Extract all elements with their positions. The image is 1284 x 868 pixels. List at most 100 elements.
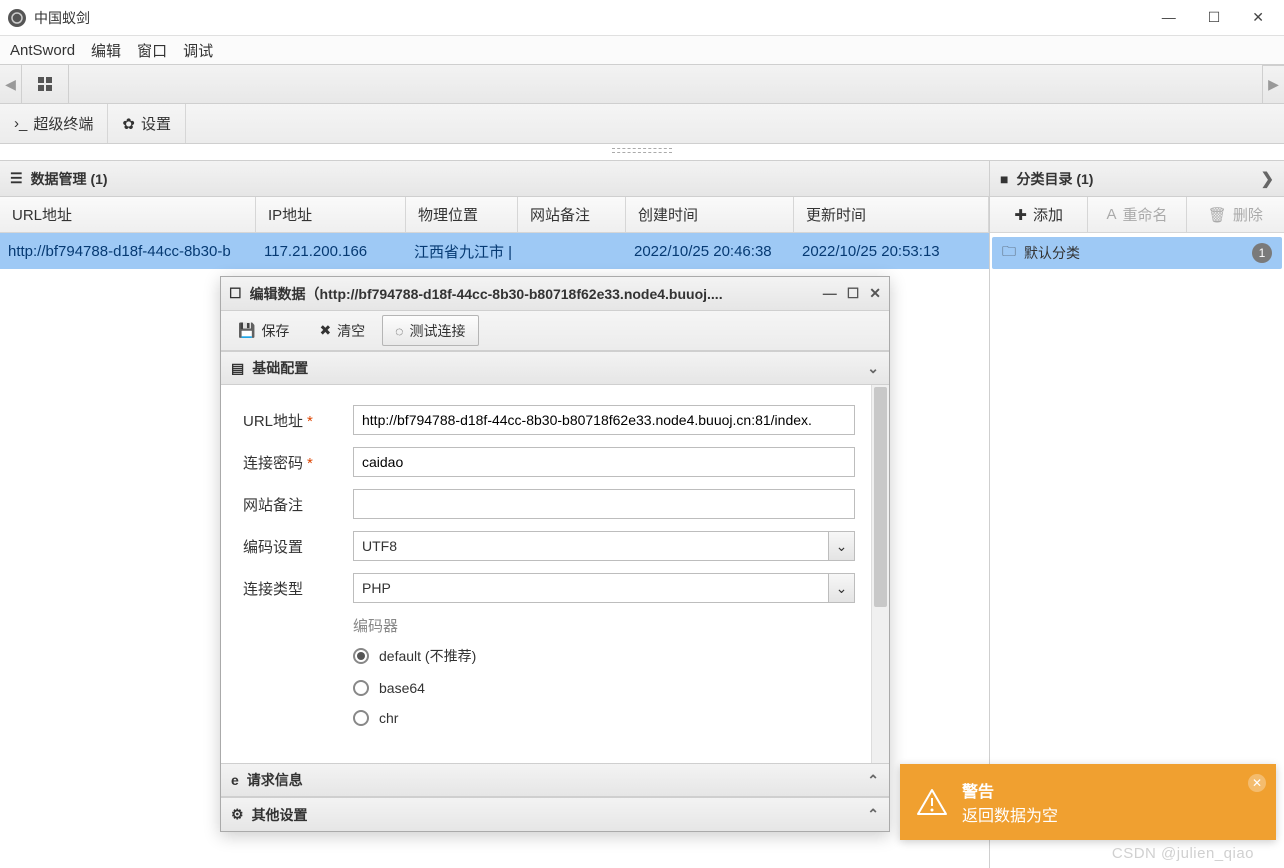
- section-basic-header[interactable]: ▤ 基础配置 ⌄: [221, 351, 889, 385]
- toast-close-button[interactable]: ✕: [1248, 774, 1266, 792]
- table-row[interactable]: http://bf794788-d18f-44cc-8b30-b 117.21.…: [0, 233, 989, 269]
- password-label: 连接密码*: [243, 452, 353, 473]
- add-category-button[interactable]: ✚ 添加: [990, 197, 1088, 232]
- delete-category-button[interactable]: 🗑 删除: [1187, 197, 1284, 232]
- list-icon: ☰: [10, 170, 23, 187]
- grid-icon: [38, 77, 52, 91]
- rename-label: 重命名: [1122, 204, 1167, 225]
- encoder-group-label: 编码器: [353, 615, 855, 636]
- tab-settings-label: 设置: [141, 113, 171, 134]
- th-ct[interactable]: 创建时间: [626, 197, 794, 232]
- menu-edit[interactable]: 编辑: [91, 40, 121, 61]
- dialog-maximize-button[interactable]: ☐: [847, 285, 860, 302]
- chevron-right-icon: ❯: [1261, 169, 1274, 189]
- category-label: 默认分类: [1024, 243, 1080, 263]
- menu-debug[interactable]: 调试: [183, 40, 213, 61]
- category-panel-header[interactable]: ■ 分类目录 (1) ❯: [990, 161, 1284, 197]
- close-button[interactable]: ✕: [1252, 9, 1264, 26]
- gear-icon: ✿: [122, 115, 135, 133]
- toast-message: 返回数据为空: [962, 802, 1058, 826]
- add-label: 添加: [1033, 204, 1063, 225]
- th-ip[interactable]: IP地址: [256, 197, 406, 232]
- menu-antsword[interactable]: AntSword: [10, 42, 75, 59]
- test-label: 测试连接: [410, 321, 466, 341]
- test-connection-button[interactable]: ◌ 测试连接: [382, 315, 478, 346]
- encoding-select[interactable]: UTF8 ⌄: [353, 531, 855, 561]
- loading-icon: ◌: [395, 323, 403, 339]
- td-note: [518, 233, 626, 269]
- data-panel-title: 数据管理 (1): [31, 169, 108, 189]
- chevron-down-icon: ⌄: [828, 574, 854, 602]
- td-ct: 2022/10/25 20:46:38: [626, 233, 794, 269]
- td-ip: 117.21.200.166: [256, 233, 406, 269]
- th-note[interactable]: 网站备注: [518, 197, 626, 232]
- radio-icon: [353, 648, 369, 664]
- font-icon: A: [1106, 206, 1116, 223]
- plus-icon: ✚: [1014, 206, 1027, 224]
- dialog-title: 编辑数据（http://bf794788-d18f-44cc-8b30-b807…: [250, 284, 723, 304]
- tab-settings[interactable]: ✿ 设置: [108, 104, 186, 143]
- category-item-default[interactable]: 🗀 默认分类 1: [992, 237, 1282, 269]
- trash-icon: 🗑: [1208, 206, 1227, 224]
- td-ut: 2022/10/25 20:53:13: [794, 233, 989, 269]
- tab-strip: ◀ ▶: [0, 64, 1284, 104]
- minimize-button[interactable]: ―: [1162, 9, 1176, 26]
- tab-terminal[interactable]: ›_ 超级终端: [0, 104, 108, 143]
- type-select[interactable]: PHP ⌄: [353, 573, 855, 603]
- section-other-header[interactable]: ⚙ 其他设置 ⌃: [221, 797, 889, 831]
- password-input[interactable]: [353, 447, 855, 477]
- splitter-handle[interactable]: [612, 148, 672, 154]
- sub-tabs: ›_ 超级终端 ✿ 设置: [0, 104, 1284, 144]
- section-request-title: 请求信息: [247, 770, 303, 790]
- form-basic: URL地址* 连接密码* 网站备注 编码设置 UTF8 ⌄ 连接类型: [221, 385, 889, 763]
- warning-icon: [916, 786, 948, 818]
- close-icon: ✖: [319, 322, 331, 339]
- th-loc[interactable]: 物理位置: [406, 197, 518, 232]
- chevron-down-icon: ⌄: [828, 532, 854, 560]
- section-other-title: 其他设置: [252, 805, 308, 825]
- type-value: PHP: [362, 580, 391, 596]
- note-input[interactable]: [353, 489, 855, 519]
- warning-toast: 警告 返回数据为空 ✕: [900, 764, 1276, 840]
- save-label: 保存: [261, 321, 289, 341]
- category-count-badge: 1: [1252, 243, 1272, 263]
- menu-window[interactable]: 窗口: [137, 40, 167, 61]
- rename-category-button[interactable]: A 重命名: [1088, 197, 1186, 232]
- tab-scroll-left[interactable]: ◀: [0, 65, 22, 103]
- dialog-titlebar[interactable]: ☐ 编辑数据（http://bf794788-d18f-44cc-8b30-b8…: [221, 277, 889, 311]
- encoder-option-base64[interactable]: base64: [353, 680, 855, 696]
- encoder-base64-label: base64: [379, 680, 425, 696]
- clear-button[interactable]: ✖ 清空: [306, 315, 378, 346]
- th-ut[interactable]: 更新时间: [794, 197, 989, 232]
- url-input[interactable]: [353, 405, 855, 435]
- td-url: http://bf794788-d18f-44cc-8b30-b: [0, 233, 256, 269]
- radio-icon: [353, 710, 369, 726]
- encoder-option-default[interactable]: default (不推荐): [353, 646, 855, 666]
- scrollbar-thumb[interactable]: [874, 387, 887, 607]
- dialog-close-button[interactable]: ✕: [869, 285, 881, 302]
- encoder-option-chr[interactable]: chr: [353, 710, 855, 726]
- chevron-down-icon: ⌄: [867, 360, 879, 377]
- dialog-minimize-button[interactable]: —: [823, 285, 837, 302]
- window-titlebar: 中国蚁剑 ― ☐ ✕: [0, 0, 1284, 36]
- th-url[interactable]: URL地址: [0, 197, 256, 232]
- tab-terminal-label: 超级终端: [33, 113, 93, 134]
- note-label: 网站备注: [243, 494, 353, 515]
- app-icon: [8, 9, 26, 27]
- category-toolbar: ✚ 添加 A 重命名 🗑 删除: [990, 197, 1284, 233]
- scrollbar[interactable]: [871, 385, 889, 763]
- maximize-button[interactable]: ☐: [1208, 9, 1221, 26]
- td-loc: 江西省九江市 |: [406, 233, 518, 269]
- table-header: URL地址 IP地址 物理位置 网站备注 创建时间 更新时间: [0, 197, 989, 233]
- save-icon: 💾: [238, 322, 255, 339]
- encoder-default-label: default (不推荐): [379, 646, 476, 666]
- delete-label: 删除: [1233, 204, 1263, 225]
- window-title: 中国蚁剑: [34, 8, 90, 28]
- tab-scroll-right[interactable]: ▶: [1262, 65, 1284, 103]
- section-request-header[interactable]: e 请求信息 ⌃: [221, 763, 889, 797]
- home-tab[interactable]: [22, 65, 69, 103]
- category-panel-title: 分类目录 (1): [1016, 169, 1093, 189]
- folder-icon: ■: [1000, 171, 1008, 187]
- data-panel-header[interactable]: ☰ 数据管理 (1): [0, 161, 989, 197]
- save-button[interactable]: 💾 保存: [225, 315, 302, 346]
